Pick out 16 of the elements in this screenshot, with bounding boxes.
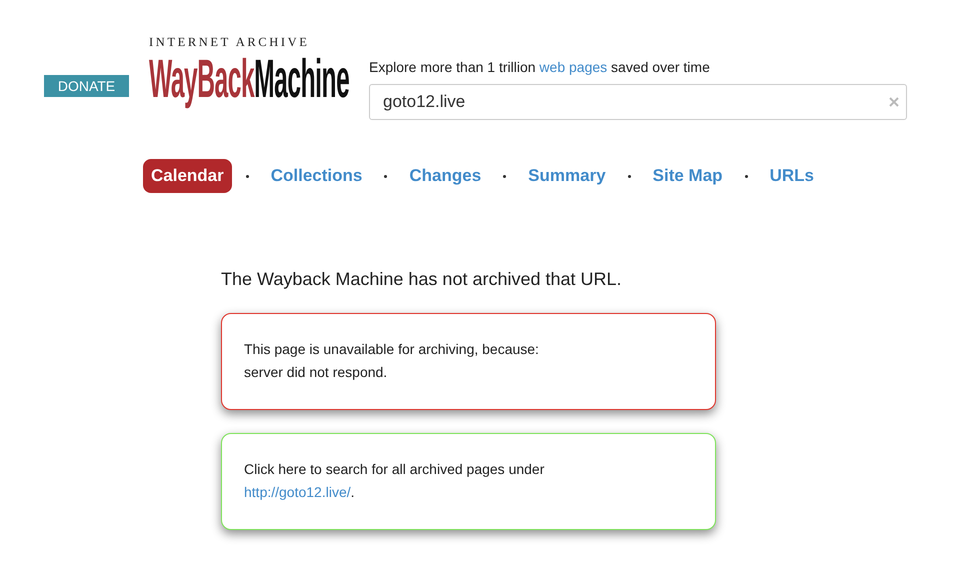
url-link[interactable]: http://goto12.live/ — [244, 484, 351, 500]
nav-tab[interactable]: Collections — [262, 159, 370, 193]
clear-icon[interactable] — [889, 97, 899, 107]
tagline: Explore more than 1 trillion web pages saved over time — [369, 59, 711, 75]
nav-tab[interactable]: Site Map — [644, 159, 731, 193]
nav-tab[interactable]: Calendar — [143, 159, 232, 193]
donate-button[interactable]: DONATE — [44, 75, 129, 97]
message-text: This page is unavailable for archiving, because: server did not respond. — [244, 340, 540, 382]
nav-tab[interactable]: URLs — [762, 159, 822, 193]
status-heading: The Wayback Machine has not archived that URL. — [221, 269, 623, 290]
message-text: Click here to search for all archived pages under http://goto12.live/. — [244, 460, 546, 502]
nav-tab[interactable]: Summary — [520, 159, 614, 193]
logo-caption: INTERNET ARCHIVE — [149, 35, 310, 50]
url-search-field[interactable]: goto12.live — [369, 84, 907, 120]
web-pages-link[interactable]: web pages — [539, 59, 608, 75]
nav-tab[interactable]: Changes — [401, 159, 490, 193]
